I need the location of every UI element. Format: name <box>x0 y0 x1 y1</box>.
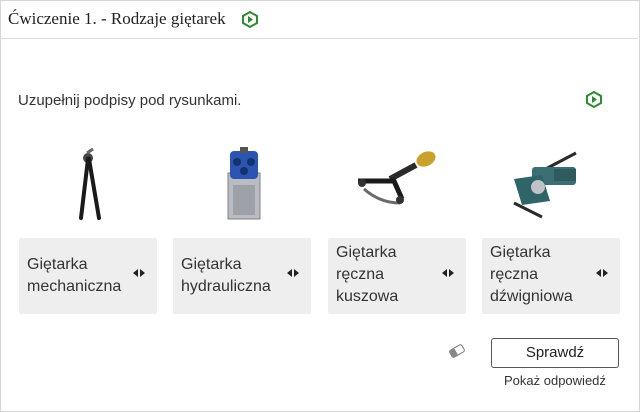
left-right-arrows-icon[interactable] <box>596 268 608 278</box>
card-label: Giętarka ręczna dźwigniowa <box>490 242 590 308</box>
exercise-title: Ćwiczenie 1. - Rodzaje giętarek <box>8 9 226 28</box>
exercise-hexagon-icon <box>242 10 258 33</box>
card-label-line: kuszowa <box>336 288 399 305</box>
mechanical-bender-image <box>76 145 112 223</box>
exercise-header: Ćwiczenie 1. - Rodzaje giętarek <box>0 0 638 39</box>
check-button[interactable]: Sprawdź <box>491 338 619 368</box>
card-label-line: hydrauliczna <box>181 278 271 295</box>
card-label-line: dźwigniowa <box>490 288 573 305</box>
exercise-hexagon-icon <box>586 90 602 113</box>
label-card-mechanical[interactable]: Giętarka mechaniczna <box>19 238 157 314</box>
card-label-line: Giętarka <box>490 244 551 261</box>
label-card-crossbow[interactable]: Giętarka ręczna kuszowa <box>328 238 466 314</box>
exercise-instruction: Uzupełnij podpisy pod rysunkami. <box>18 92 242 109</box>
show-answer-link[interactable]: Pokaż odpowiedź <box>504 373 606 388</box>
card-label: Giętarka mechaniczna <box>27 254 127 298</box>
card-label-line: mechaniczna <box>27 278 122 295</box>
card-label-line: Giętarka <box>27 256 88 273</box>
card-label-line: ręczna <box>336 266 385 283</box>
eraser-icon[interactable] <box>448 344 466 363</box>
card-label-line: ręczna <box>490 266 539 283</box>
card-label: Giętarka ręczna kuszowa <box>336 242 436 308</box>
left-right-arrows-icon[interactable] <box>442 268 454 278</box>
hydraulic-bender-image <box>222 145 266 223</box>
card-label-line: Giętarka <box>181 256 242 273</box>
label-card-lever[interactable]: Giętarka ręczna dźwigniowa <box>482 238 620 314</box>
left-right-arrows-icon[interactable] <box>133 268 145 278</box>
lever-bender-image <box>508 145 580 223</box>
crossbow-bender-image <box>350 145 442 223</box>
label-card-hydraulic[interactable]: Giętarka hydrauliczna <box>173 238 311 314</box>
left-right-arrows-icon[interactable] <box>287 268 299 278</box>
card-label-line: Giętarka <box>336 244 397 261</box>
card-label: Giętarka hydrauliczna <box>181 254 281 298</box>
